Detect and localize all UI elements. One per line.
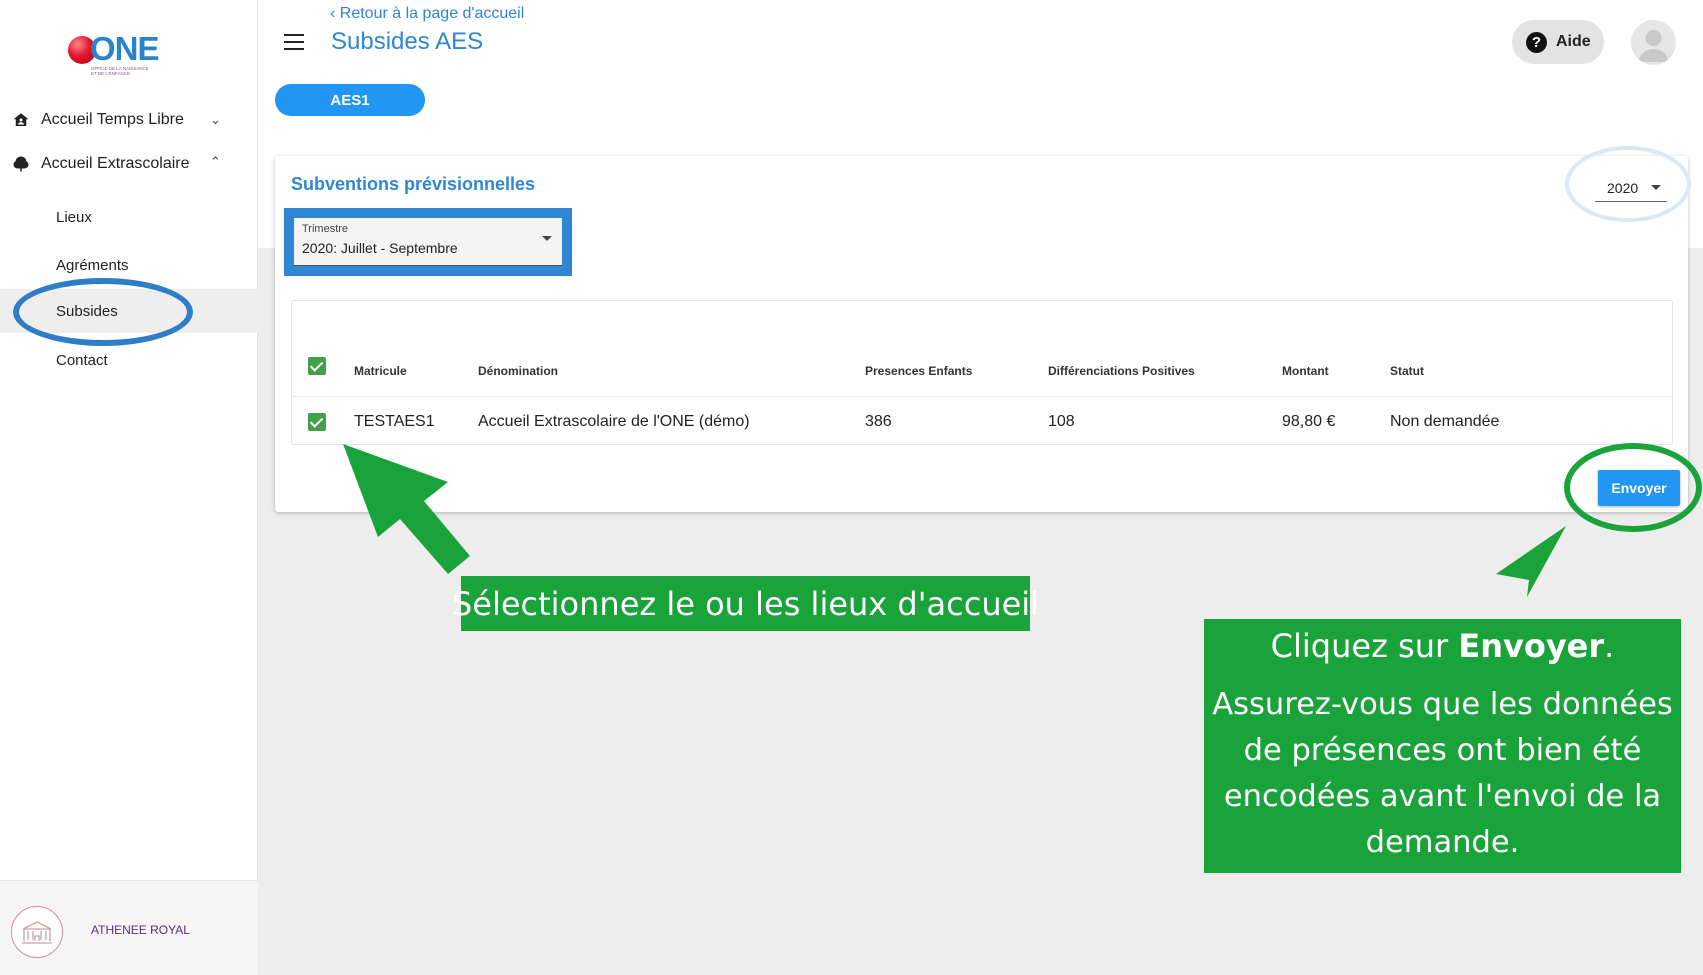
sidebar-item-label: Lieux [56, 208, 92, 226]
col-header-denomination[interactable]: Dénomination [478, 364, 558, 378]
select-all-checkbox[interactable] [308, 357, 326, 375]
trimester-label: Trimestre [302, 223, 349, 235]
user-icon [1638, 30, 1669, 62]
back-link-label: Retour à la page d'accueil [339, 5, 525, 22]
subsidy-table: Matricule Dénomination Presences Enfants… [291, 300, 1673, 445]
callout-select-places: Sélectionnez le ou les lieux d'accueil [452, 576, 1039, 631]
year-select[interactable]: 2020 [1595, 174, 1667, 202]
help-icon: ? [1526, 32, 1547, 53]
sidebar-item-label: Agréments [56, 256, 129, 274]
chevron-up-icon[interactable]: ⌃ [210, 154, 221, 170]
page-title: Subsides AES [331, 28, 484, 55]
col-header-matricule[interactable]: Matricule [354, 364, 407, 378]
sidebar-item-contact[interactable]: Contact [0, 338, 258, 382]
tree-icon [13, 156, 29, 172]
card-title: Subventions prévisionnelles [291, 174, 536, 194]
chevron-down-icon[interactable]: ⌄ [210, 112, 221, 128]
logo-subtitle: OFFICE DE LA NAISSANCE ET DE L'ENFANCE [91, 66, 149, 76]
caret-down-icon [542, 236, 552, 241]
tab-aes1[interactable]: AES1 [275, 84, 425, 116]
logo-text: ONE [90, 30, 160, 67]
col-header-montant[interactable]: Montant [1282, 364, 1329, 378]
cell-montant: 98,80 € [1282, 413, 1336, 430]
user-avatar[interactable] [1631, 20, 1676, 65]
trimester-highlight: Trimestre 2020: Juillet - Septembre [284, 208, 572, 276]
callout-send-heading: Cliquez sur Envoyer. [1270, 627, 1615, 665]
nav-label: Accueil Extrascolaire [41, 155, 190, 172]
cell-presences: 386 [865, 413, 892, 430]
nav-accueil-extrascolaire[interactable]: Accueil Extrascolaire ⌃ [0, 144, 258, 184]
cell-denomination: Accueil Extrascolaire de l'ONE (démo) [478, 413, 750, 430]
back-link[interactable]: ‹ Retour à la page d'accueil [330, 5, 524, 23]
col-header-statut[interactable]: Statut [1390, 364, 1424, 378]
cell-matricule: TESTAES1 [354, 413, 435, 430]
arrow-to-send [1496, 526, 1566, 597]
subsides-highlight-ring [13, 278, 193, 346]
help-button[interactable]: ? Aide [1512, 20, 1604, 64]
send-highlight-ring [1564, 443, 1702, 532]
building-icon [11, 906, 63, 958]
callout-send-instructions: Cliquez sur Envoyer. Assurez-vous que le… [1204, 619, 1681, 873]
subventions-card: Subventions prévisionnelles 2020 Trimest… [275, 146, 1691, 512]
house-person-icon [13, 113, 29, 126]
org-name: ATHENEE ROYAL [91, 923, 190, 937]
caret-down-icon [1651, 185, 1661, 190]
sidebar-footer[interactable]: ATHENEE ROYAL [0, 880, 258, 975]
col-header-presences[interactable]: Presences Enfants [865, 364, 972, 378]
cell-statut: Non demandée [1390, 413, 1500, 430]
trimester-value: 2020: Juillet - Septembre [302, 240, 458, 256]
trimester-select[interactable]: Trimestre 2020: Juillet - Septembre [294, 218, 562, 266]
col-header-differenciations[interactable]: Différenciations Positives [1048, 364, 1195, 378]
sidebar-item-label: Contact [56, 351, 108, 369]
chevron-left-icon: ‹ [330, 5, 340, 22]
help-label: Aide [1556, 33, 1591, 50]
row-divider [292, 396, 1672, 397]
callout-send-body: Assurez-vous que les données de présence… [1212, 687, 1673, 860]
nav-accueil-temps-libre[interactable]: Accueil Temps Libre ⌄ [0, 100, 258, 140]
one-logo[interactable]: ONE OFFICE DE LA NAISSANCE ET DE L'ENFAN… [68, 30, 160, 84]
year-value: 2020 [1607, 180, 1639, 196]
hamburger-menu-icon[interactable] [284, 34, 304, 50]
nav-label: Accueil Temps Libre [41, 111, 184, 128]
sidebar: ONE OFFICE DE LA NAISSANCE ET DE L'ENFAN… [0, 0, 258, 975]
row-checkbox[interactable] [308, 413, 326, 431]
sidebar-item-lieux[interactable]: Lieux [0, 195, 258, 239]
cell-differenciations: 108 [1048, 413, 1075, 430]
